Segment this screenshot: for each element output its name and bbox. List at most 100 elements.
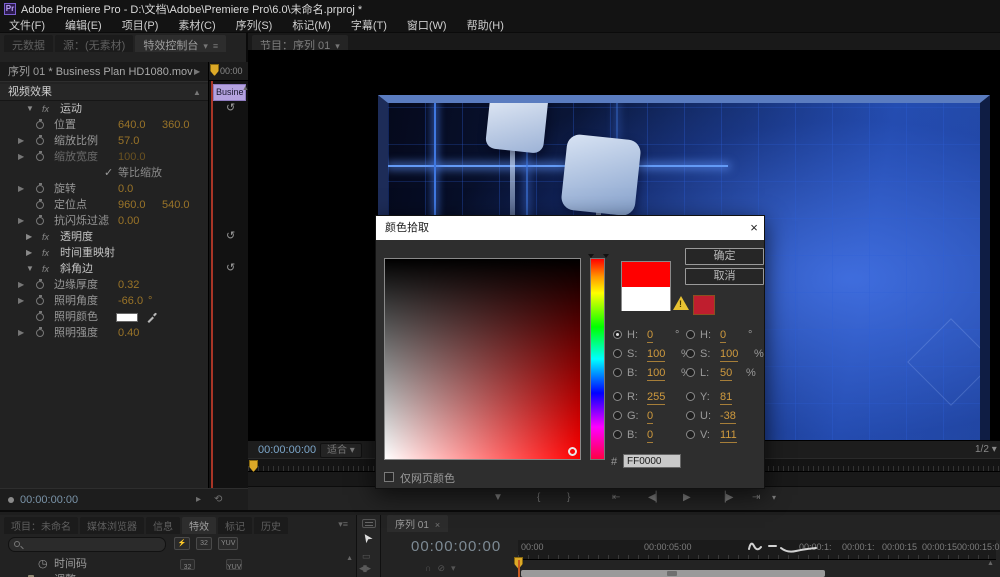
hue-slider[interactable]	[590, 258, 605, 460]
param-value[interactable]: 0.00	[118, 213, 139, 229]
effect-group-opacity[interactable]: ▶ fx 透明度 ↺	[0, 229, 208, 245]
loop-icon[interactable]: ⟲	[214, 492, 222, 508]
param-uniform-scale[interactable]: ✓ 等比缩放	[0, 165, 208, 181]
field-value[interactable]: 111	[720, 428, 737, 443]
twirl-right-icon[interactable]: ▶	[26, 229, 32, 245]
param-value2[interactable]: 360.0	[162, 117, 190, 133]
snap-icon[interactable]: ∩	[425, 563, 437, 573]
step-forward-button[interactable]: ▕▶	[718, 490, 733, 506]
current-time-indicator[interactable]	[518, 560, 520, 577]
current-time-indicator[interactable]	[211, 81, 213, 508]
param-anchor-point[interactable]: 定位点 960.0 540.0	[0, 197, 208, 213]
radio-luma[interactable]	[686, 392, 695, 401]
mark-in-button[interactable]: {	[537, 490, 540, 506]
radio-hsl-hue[interactable]	[686, 330, 695, 339]
menu-sequence[interactable]: 序列(S)	[236, 17, 273, 33]
collapse-icon[interactable]: ▲	[193, 84, 201, 101]
stopwatch-icon[interactable]	[36, 121, 44, 129]
stopwatch-icon[interactable]	[36, 281, 44, 289]
close-icon[interactable]: ×	[744, 216, 764, 240]
zoom-level-dropdown[interactable]: 适合 ▾	[320, 443, 362, 458]
radio-hue[interactable]	[613, 330, 622, 339]
menu-clip[interactable]: 素材(C)	[178, 17, 215, 33]
param-value[interactable]: 57.0	[118, 133, 139, 149]
play-audio-icon[interactable]: ▸	[196, 492, 201, 508]
param-value[interactable]: 960.0	[118, 197, 146, 213]
param-value[interactable]: 640.0	[118, 117, 146, 133]
menu-file[interactable]: 文件(F)	[9, 17, 45, 33]
field-value[interactable]: 0	[647, 428, 653, 443]
timeline-toggle-icons[interactable]: ∩⊘▾	[425, 563, 462, 574]
twirl-right-icon[interactable]: ▶	[18, 149, 24, 165]
radio-hsl-saturation[interactable]	[686, 349, 695, 358]
field-value[interactable]: 0	[647, 328, 653, 343]
effect-group-time-remapping[interactable]: ▶ fx 时间重映射	[0, 245, 208, 261]
twirl-right-icon[interactable]: ▶	[18, 133, 24, 149]
twirl-right-icon[interactable]: ▶	[18, 181, 24, 197]
work-area-handle[interactable]	[667, 571, 677, 576]
radio-lightness[interactable]	[686, 368, 695, 377]
scroll-up-icon[interactable]: ▲	[346, 555, 353, 562]
track-select-tool-icon[interactable]: ◂▮▸	[359, 563, 370, 574]
stopwatch-icon[interactable]	[36, 217, 44, 225]
dropdown-icon[interactable]: ▾	[451, 563, 462, 573]
param-value2[interactable]: 540.0	[162, 197, 190, 213]
param-light-intensity[interactable]: ▶ 照明强度 0.40	[0, 325, 208, 341]
param-position[interactable]: 位置 640.0 360.0	[0, 117, 208, 133]
effects-search-input[interactable]	[8, 537, 166, 552]
web-colors-checkbox[interactable]	[384, 472, 394, 482]
menu-edit[interactable]: 编辑(E)	[65, 17, 102, 33]
effect-bin-adjust[interactable]: ▶ 调整	[0, 573, 344, 577]
field-value[interactable]: 81	[720, 390, 732, 405]
radio-brightness[interactable]	[613, 368, 622, 377]
twirl-right-icon[interactable]: ▶	[18, 293, 24, 309]
program-timecode[interactable]: 00:00:00:00	[258, 442, 316, 458]
menu-help[interactable]: 帮助(H)	[467, 17, 504, 33]
param-value[interactable]: 0.32	[118, 277, 139, 293]
tab-sequence-01[interactable]: 序列 01×	[387, 515, 448, 532]
param-anti-flicker[interactable]: ▶ 抗闪烁过滤 0.00	[0, 213, 208, 229]
accelerated-effects-filter-icon[interactable]: ⚡	[174, 537, 190, 550]
ripple-edit-tool-icon[interactable]: ▭	[362, 551, 371, 562]
twirl-down-icon[interactable]: ▼	[26, 261, 34, 277]
tab-media-browser[interactable]: 媒体浏览器	[80, 517, 144, 534]
hex-input[interactable]	[623, 454, 681, 468]
tab-project[interactable]: 项目：未命名	[4, 517, 78, 534]
twirl-right-icon[interactable]: ▶	[18, 277, 24, 293]
ok-button[interactable]: 确定	[685, 248, 764, 265]
stopwatch-icon[interactable]	[36, 137, 44, 145]
stopwatch-icon[interactable]	[36, 329, 44, 337]
param-value[interactable]: 0.0	[118, 181, 133, 197]
selection-tool-icon[interactable]: ➤	[358, 530, 375, 546]
menu-project[interactable]: 项目(P)	[122, 17, 159, 33]
cancel-button[interactable]: 取消	[685, 268, 764, 285]
dropdown-icon[interactable]: ▾	[203, 41, 208, 51]
color-selection-ring[interactable]	[568, 447, 577, 456]
radio-u[interactable]	[686, 411, 695, 420]
radio-blue[interactable]	[613, 430, 622, 439]
tab-effects[interactable]: 特效	[182, 517, 216, 534]
tab-history[interactable]: 历史	[254, 517, 288, 534]
twirl-right-icon[interactable]: ▶	[18, 213, 24, 229]
effect-group-bevel-edges[interactable]: ▼ fx 斜角边 ↺	[0, 261, 208, 277]
stopwatch-icon[interactable]	[36, 297, 44, 305]
tab-effect-controls[interactable]: 特效控制台▾≡	[135, 35, 226, 52]
scroll-up-icon[interactable]: ▲	[987, 560, 994, 567]
flyout-menu-icon[interactable]: ▾	[772, 490, 776, 506]
reset-icon[interactable]: ↺	[226, 228, 235, 244]
radio-red[interactable]	[613, 392, 622, 401]
add-marker-button[interactable]: ▼	[493, 490, 503, 506]
effect-group-motion[interactable]: ▼ fx 运动 ↺	[0, 101, 208, 117]
field-value[interactable]: 100	[647, 366, 665, 381]
close-icon[interactable]: ×	[435, 520, 440, 530]
color-swatch[interactable]	[116, 313, 138, 322]
twirl-right-icon[interactable]: ▶	[194, 67, 200, 76]
gamut-warning-icon[interactable]	[673, 296, 689, 310]
checkmark-icon[interactable]: ✓	[104, 165, 113, 181]
param-scale-width[interactable]: ▶ 缩放宽度 100.0	[0, 149, 208, 165]
tab-markers[interactable]: 标记	[218, 517, 252, 534]
param-rotation[interactable]: ▶ 旋转 0.0	[0, 181, 208, 197]
param-light-color[interactable]: 照明颜色	[0, 309, 208, 325]
radio-v[interactable]	[686, 430, 695, 439]
tab-metadata[interactable]: 元数据	[4, 35, 53, 52]
